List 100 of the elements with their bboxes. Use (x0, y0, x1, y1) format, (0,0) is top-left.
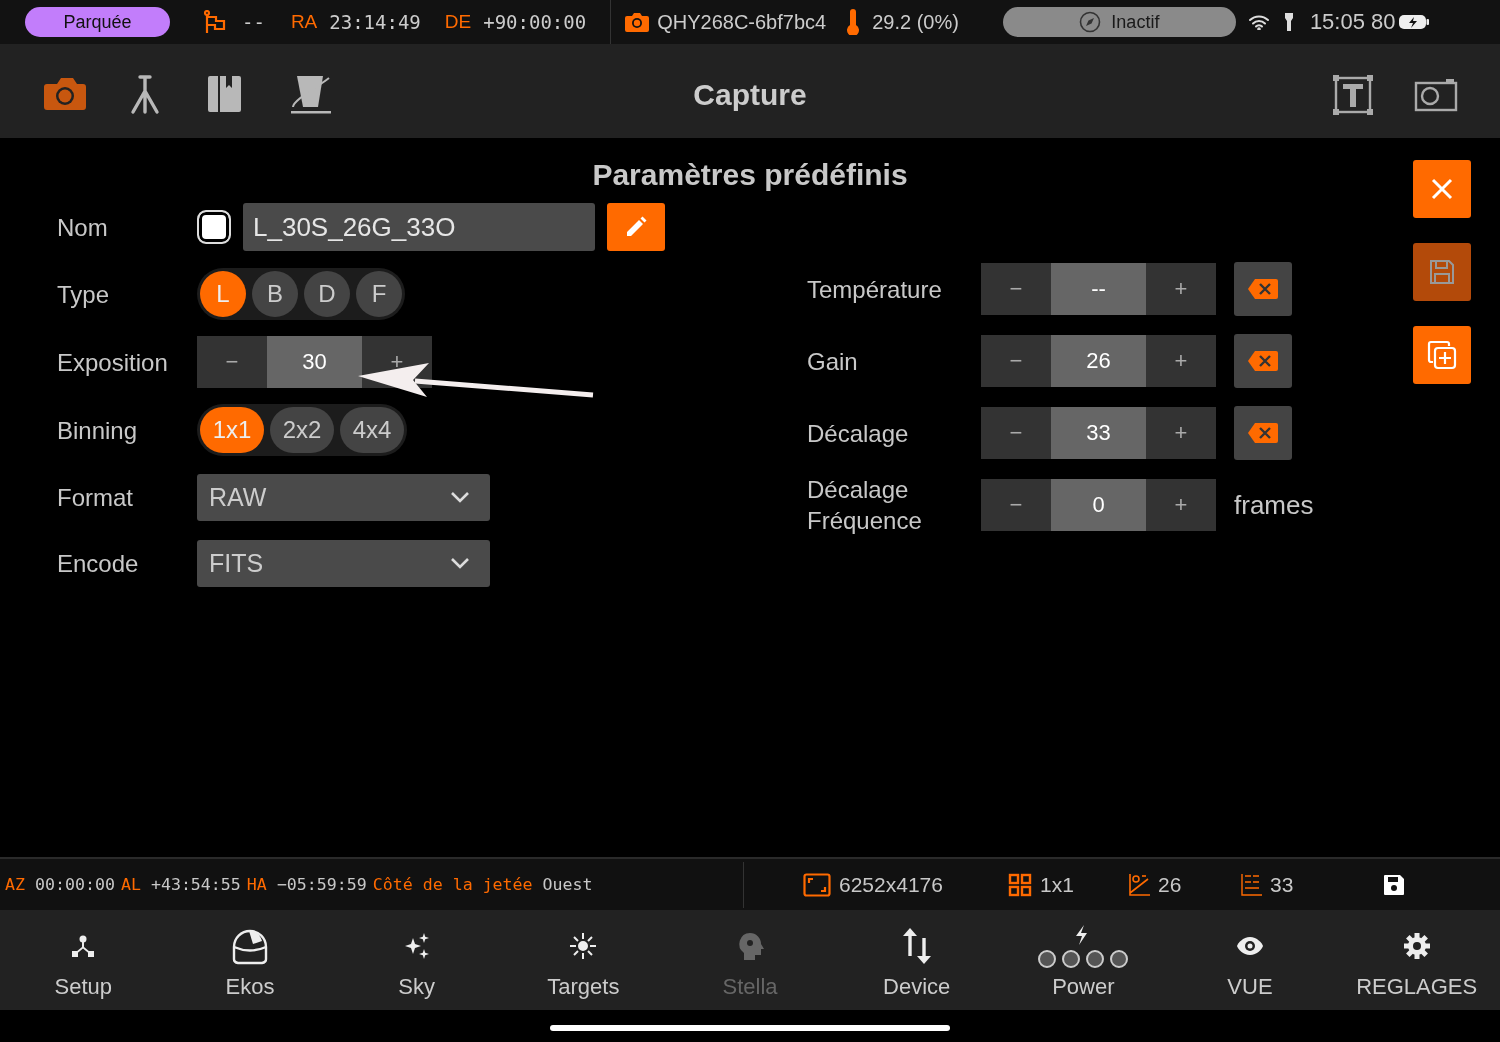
chevron-down-icon (450, 557, 470, 569)
clear-button[interactable] (1234, 406, 1292, 460)
close-button[interactable] (1413, 160, 1471, 218)
camera-outline-icon (1414, 78, 1458, 112)
coordinate-label: Côté de la jetée (372, 875, 533, 894)
field-label: Type (57, 279, 110, 310)
field-label: Décalage (807, 418, 909, 449)
nav-tab[interactable]: Setup (0, 910, 167, 1010)
duplicate-button[interactable] (1413, 326, 1471, 384)
gain-chart-icon (1128, 872, 1150, 897)
nav-tab[interactable]: VUE (1166, 910, 1334, 1010)
field-label: Température (807, 274, 942, 305)
nav-tab[interactable]: Device (833, 910, 1000, 1010)
grid-icon (1008, 872, 1032, 897)
decrement-button[interactable]: − (981, 407, 1051, 459)
coordinate-label: AL (120, 875, 141, 894)
field-label: Encode (57, 548, 139, 579)
field-label: Nom (57, 212, 108, 243)
eye-icon (1236, 936, 1264, 956)
observatory-dome-icon (232, 927, 268, 965)
coordinate-label: HA (246, 875, 267, 894)
value-field[interactable]: 26 (1051, 335, 1146, 387)
coordinate-value: +43:54:55 (150, 875, 241, 894)
coordinate-label: AZ (5, 875, 25, 894)
temperature-reading: 29.2 (0%) (872, 10, 959, 34)
gear-icon (1402, 932, 1431, 960)
ra-value: 23:14:49 (329, 11, 421, 33)
increment-button[interactable]: + (1146, 335, 1216, 387)
increment-button[interactable]: + (1146, 407, 1216, 459)
edit-button[interactable] (607, 203, 665, 251)
option-button[interactable]: B (252, 271, 298, 317)
nav-tab[interactable]: Ekos (166, 910, 334, 1010)
nav-tab[interactable]: REGLAGES (1333, 910, 1500, 1010)
encode-dropdown[interactable]: FITS (197, 539, 490, 587)
clear-icon (1247, 278, 1279, 300)
name-field[interactable]: L_30S_26G_33O (243, 203, 595, 251)
chevron-down-icon (450, 491, 470, 503)
up-down-arrows-icon (901, 926, 932, 966)
clear-icon (1247, 422, 1279, 444)
unit-label: frames (1234, 489, 1314, 521)
value-field[interactable]: -- (1051, 263, 1146, 315)
ra-label: RA (290, 11, 318, 33)
field-label: Exposition (57, 347, 168, 378)
crosshair-star-icon (569, 932, 598, 960)
value-field[interactable]: 30 (267, 336, 362, 388)
offset-chart-icon (1240, 872, 1262, 897)
checkbox[interactable] (197, 210, 231, 244)
text-frame-icon (1332, 74, 1374, 116)
option-button[interactable]: D (304, 271, 350, 317)
decrement-button[interactable]: − (981, 335, 1051, 387)
filter-icon (289, 74, 333, 116)
coordinate-value: 00:00:00 (35, 875, 115, 894)
value-field[interactable]: 0 (1051, 479, 1146, 531)
coordinate-value: −05:59:59 (276, 875, 367, 894)
activity-status-badge: Inactif (1002, 7, 1236, 37)
filter-tool-button[interactable] (289, 74, 333, 116)
decrement-button[interactable]: − (981, 263, 1051, 315)
increment-button[interactable]: + (1146, 479, 1216, 531)
mount-status-badge: Parquée (25, 7, 170, 37)
nav-tab[interactable]: Power (1000, 910, 1167, 1010)
battery-charging-icon (1399, 14, 1430, 30)
coordinate-value: Ouest (542, 875, 593, 894)
flashlight-icon (1283, 12, 1294, 32)
de-value: +90:00:00 (483, 11, 587, 33)
option-button[interactable]: 4x4 (340, 407, 404, 453)
decrement-button[interactable]: − (981, 479, 1051, 531)
option-button[interactable]: 2x2 (270, 407, 334, 453)
duplicate-icon (1427, 340, 1457, 370)
text-overlay-button[interactable] (1332, 74, 1374, 116)
camera-icon (625, 12, 650, 32)
close-icon (1431, 178, 1453, 200)
pencil-icon (625, 216, 647, 238)
increment-button[interactable]: + (1146, 263, 1216, 315)
resolution-value: 6252x4176 (839, 872, 943, 897)
binning-value: 1x1 (1040, 872, 1074, 897)
camera-name: QHY268C-6bf7bc4 (657, 10, 827, 34)
pier-side-value: -- (242, 11, 265, 33)
field-label: Format (57, 482, 133, 513)
head-gear-icon (736, 931, 764, 961)
value-field[interactable]: 33 (1051, 407, 1146, 459)
field-label: Binning (57, 415, 138, 446)
decrement-button[interactable]: − (197, 336, 267, 388)
battery-percentage: 80 (1370, 9, 1396, 35)
field-label: Décalage Fréquence (807, 475, 923, 536)
frame-size-icon (803, 872, 831, 897)
clear-button[interactable] (1234, 334, 1292, 388)
screen-title: Capture (693, 77, 807, 112)
nav-tab[interactable]: Targets (500, 910, 667, 1010)
offset-value: 33 (1270, 872, 1294, 897)
save-button[interactable] (1383, 873, 1406, 896)
clear-icon (1247, 350, 1279, 372)
clear-button[interactable] (1234, 262, 1292, 316)
clock-time: 15:05 (1309, 9, 1365, 35)
thermometer-icon (846, 9, 861, 35)
de-label: DE (444, 11, 472, 33)
compass-icon (1079, 11, 1102, 33)
nav-tab[interactable]: Sky (333, 910, 500, 1010)
option-button[interactable]: F (356, 271, 402, 317)
format-dropdown[interactable]: RAW (197, 473, 490, 521)
field-label: Gain (807, 346, 858, 377)
